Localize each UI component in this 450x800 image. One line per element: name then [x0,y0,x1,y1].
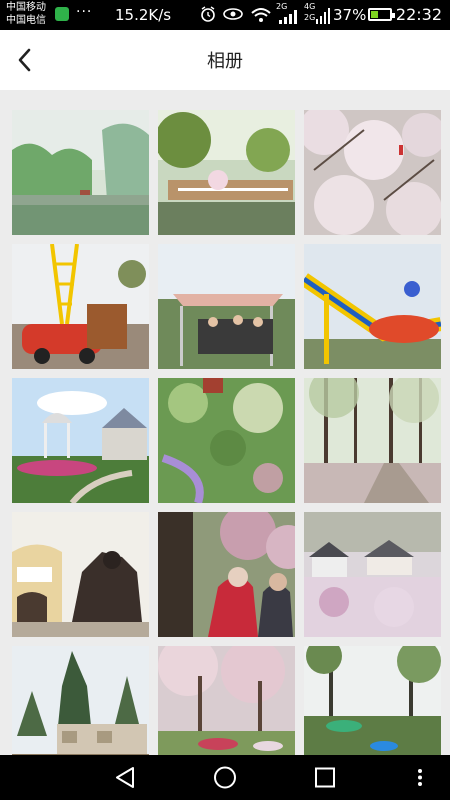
system-nav-bar [0,755,450,800]
vertical-dots-icon[interactable] [390,755,450,800]
clock: 22:32 [395,5,442,24]
photo-thumbnail-11[interactable] [158,512,295,637]
carrier-labels: 中国移动 中国电信 [6,1,46,27]
battery-fill [371,11,378,18]
battery-percent: 37% [333,6,367,24]
more-notifications-icon: ··· [76,4,93,20]
photo-thumbnail-8[interactable] [158,378,295,503]
photo-thumbnail-7[interactable] [12,378,149,503]
photo-thumbnail-13[interactable] [12,646,149,755]
signal-bars-icon [279,10,297,24]
alarm-icon [201,6,215,22]
carrier-1: 中国移动 [6,2,46,13]
carrier-2: 中国电信 [6,15,46,26]
page-title: 相册 [207,51,243,72]
network-speed: 15.2K/s [115,6,172,24]
square-recents-icon[interactable] [295,755,355,800]
signal-1: 2G [276,2,300,26]
photo-thumbnail-14[interactable] [158,646,295,755]
wechat-notification-icon [55,7,69,21]
photo-thumbnail-10[interactable] [12,512,149,637]
eye-icon [223,8,243,20]
signal-2: 4G 2G [304,2,330,26]
photo-thumbnail-9[interactable] [304,378,441,503]
photo-thumbnail-15[interactable] [304,646,441,755]
wifi-icon [251,8,271,22]
app-header: 相册 [0,30,450,90]
triangle-back-icon[interactable] [95,755,155,800]
photo-thumbnail-5[interactable] [158,244,295,369]
photo-grid [12,110,441,755]
photo-thumbnail-12[interactable] [304,512,441,637]
photo-thumbnail-6[interactable] [304,244,441,369]
battery-icon [368,8,395,21]
status-bar: 中国移动 中国电信 ··· 15.2K/s 2G 4G 2G 37% 22:32 [0,0,450,30]
signal-bars-icon [316,8,330,24]
signal-3-label: 2G [304,13,316,22]
photo-thumbnail-4[interactable] [12,244,149,369]
photo-thumbnail-2[interactable] [158,110,295,235]
circle-home-icon[interactable] [195,755,255,800]
photo-thumbnail-1[interactable] [12,110,149,235]
signal-2-label: 4G [304,2,316,11]
photo-thumbnail-3[interactable] [304,110,441,235]
